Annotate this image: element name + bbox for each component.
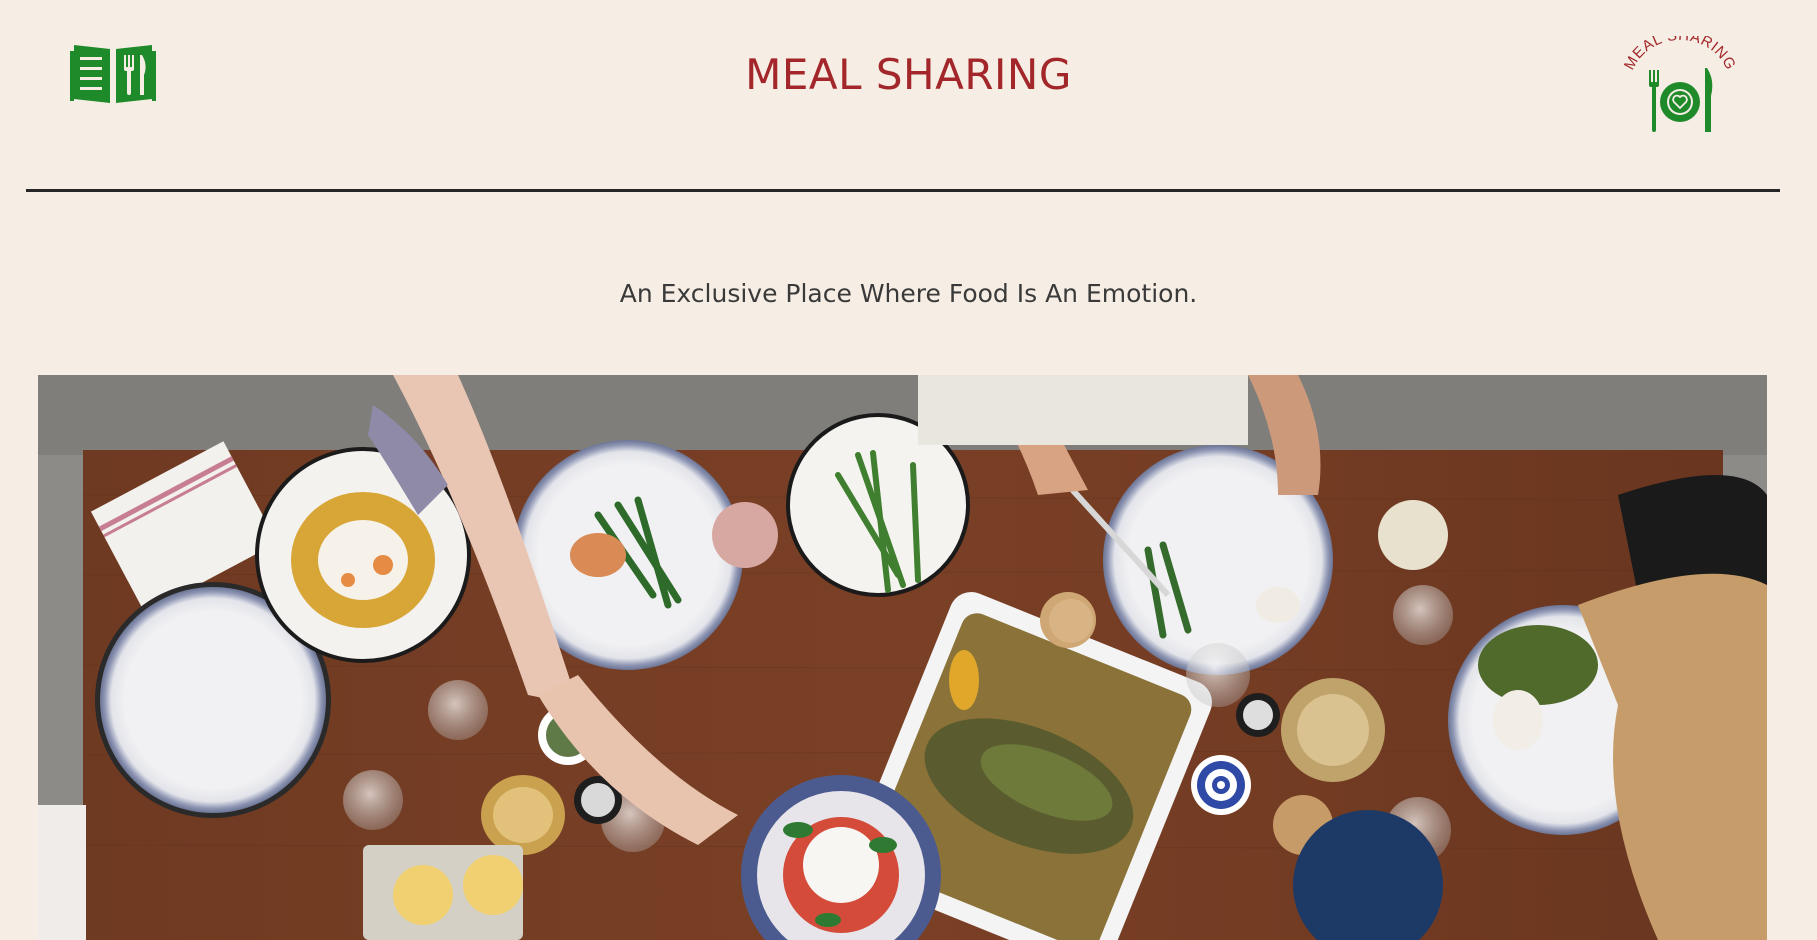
header-divider <box>26 189 1780 192</box>
brand-logo[interactable]: MEAL SHARING <box>1618 27 1742 136</box>
site-title: MEAL SHARING <box>745 50 1072 99</box>
knife-icon <box>1705 68 1713 132</box>
svg-text:MEAL SHARING: MEAL SHARING <box>1621 36 1739 73</box>
plate-heart-icon <box>1660 82 1700 122</box>
hero-image <box>38 375 1767 940</box>
fork-icon <box>1649 70 1659 132</box>
brand-logo-text: MEAL SHARING <box>1621 27 1739 73</box>
site-header: MEAL SHARING MEAL SHARING <box>0 0 1817 192</box>
tagline: An Exclusive Place Where Food Is An Emot… <box>619 279 1198 308</box>
